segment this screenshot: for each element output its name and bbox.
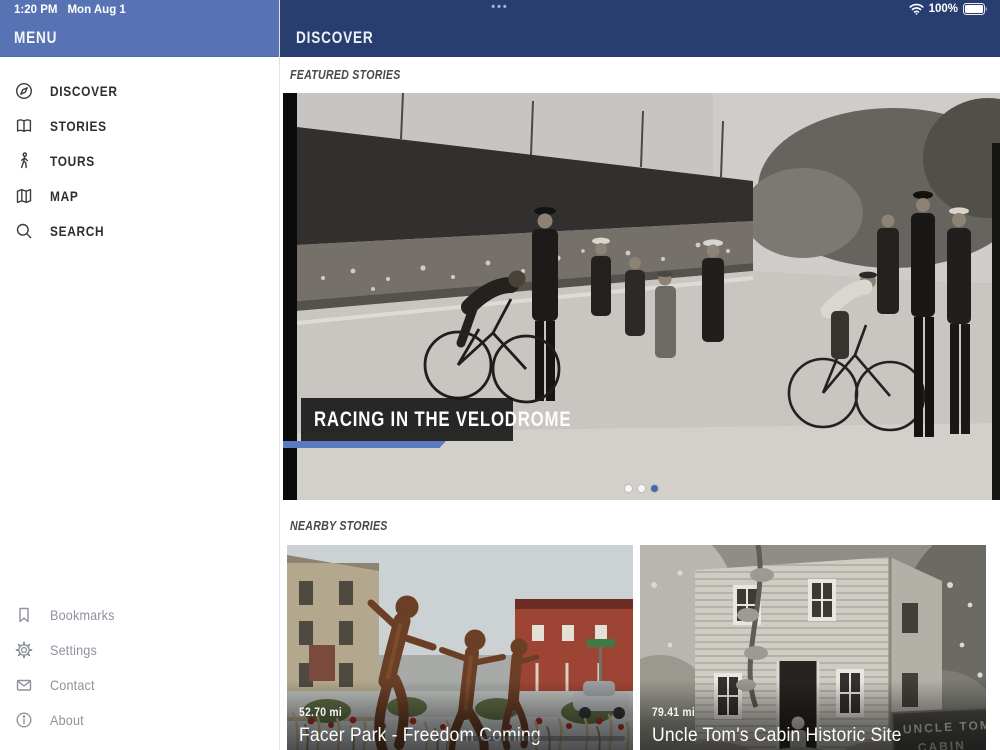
sidebar-item-label: Settings (50, 641, 97, 658)
sidebar-title: MENU (14, 28, 58, 47)
sidebar-item-discover[interactable]: DISCOVER (0, 73, 279, 108)
info-icon (14, 710, 34, 730)
story-card-facer-park[interactable]: 52.70 mi Facer Park - Freedom Coming (287, 545, 633, 750)
featured-story-card[interactable]: RACING IN THE VELODROME (283, 93, 1000, 500)
story-card-uncle-toms-cabin[interactable]: UNCLE TOM'S CABIN 79.41 mi Uncle Tom's C… (640, 545, 986, 750)
sidebar-item-label: STORIES (50, 117, 107, 134)
story-distance: 52.70 mi (299, 707, 343, 719)
sidebar-item-stories[interactable]: STORIES (0, 108, 279, 143)
sidebar-item-bookmarks[interactable]: Bookmarks (0, 597, 278, 632)
sidebar-item-label: MAP (50, 187, 79, 204)
bookmark-icon (14, 605, 34, 625)
book-icon (14, 116, 34, 136)
sidebar-item-tours[interactable]: TOURS (0, 143, 279, 178)
nearby-section-label: NEARBY STORIES (290, 519, 388, 533)
story-title: Uncle Tom's Cabin Historic Site (652, 724, 902, 746)
story-distance: 79.41 mi (652, 707, 696, 719)
sidebar-menu: DISCOVER STORIES TOURS MAP SEARCH (0, 57, 279, 248)
envelope-icon (14, 675, 34, 695)
status-bar: 1:20 PM Mon Aug 1 ••• 100% (0, 0, 1000, 20)
compass-icon (14, 81, 34, 101)
walking-icon (14, 151, 34, 171)
app-screen: MENU DISCOVER STORIES TOURS MAP SEARCH B… (0, 0, 1000, 750)
sidebar-item-label: TOURS (50, 152, 95, 169)
battery-icon (963, 3, 988, 15)
page-title: DISCOVER (296, 28, 374, 47)
sidebar-item-label: About (50, 711, 84, 728)
gear-icon (14, 640, 34, 660)
sidebar-item-search[interactable]: SEARCH (0, 213, 279, 248)
battery-percent: 100% (928, 3, 958, 15)
wifi-icon (908, 3, 924, 15)
carousel-dot[interactable] (625, 485, 632, 492)
carousel-dots (283, 485, 1000, 492)
status-date: Mon Aug 1 (67, 4, 126, 16)
sidebar-item-contact[interactable]: Contact (0, 667, 278, 702)
search-icon (14, 221, 34, 241)
status-left: 1:20 PM Mon Aug 1 (14, 4, 126, 16)
map-icon (14, 186, 34, 206)
featured-caption-text: RACING IN THE VELODROME (314, 407, 572, 431)
sidebar-item-label: Contact (50, 676, 95, 693)
multitask-handle[interactable]: ••• (491, 1, 509, 13)
carousel-dot[interactable] (638, 485, 645, 492)
sidebar-item-about[interactable]: About (0, 702, 278, 737)
sidebar: MENU DISCOVER STORIES TOURS MAP SEARCH B… (0, 0, 280, 750)
sidebar-item-label: SEARCH (50, 222, 105, 239)
status-time: 1:20 PM (14, 4, 58, 16)
horizontal-scroll-indicator[interactable] (463, 736, 625, 741)
sidebar-item-label: Bookmarks (50, 606, 115, 623)
featured-caption: RACING IN THE VELODROME (301, 398, 571, 441)
sidebar-footer: Bookmarks Settings Contact About (0, 597, 278, 737)
sidebar-item-label: DISCOVER (50, 82, 118, 99)
status-right: 100% (908, 3, 988, 15)
main-content: DISCOVER FEATURED STORIES RACING IN THE … (280, 0, 1000, 750)
carousel-dot[interactable] (651, 485, 658, 492)
featured-section-label: FEATURED STORIES (290, 68, 401, 82)
carousel-progress-bar (283, 441, 446, 448)
sidebar-item-map[interactable]: MAP (0, 178, 279, 213)
nearby-stories-row: 52.70 mi Facer Park - Freedom Coming 79.… (287, 545, 1000, 750)
sidebar-item-settings[interactable]: Settings (0, 632, 278, 667)
